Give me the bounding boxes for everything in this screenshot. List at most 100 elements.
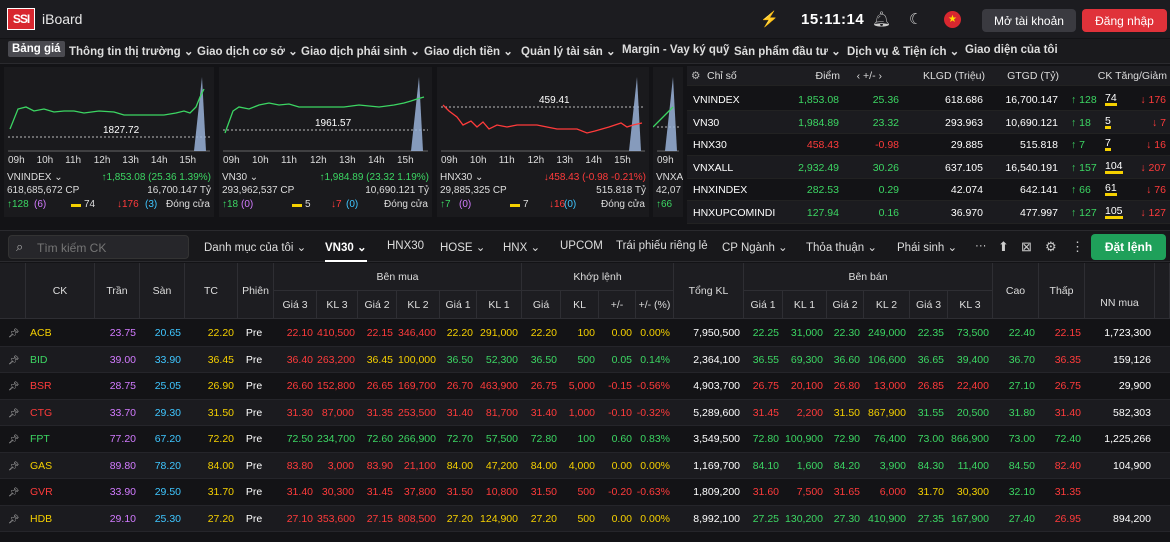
index-header-cell[interactable]: ‹ +/- › (857, 70, 882, 82)
menu-item[interactable]: Giao diện của tôi (965, 44, 1058, 56)
column-header-pmp[interactable]: +/- (%) (636, 291, 674, 319)
table-row[interactable]: 📌︎ HDB 29.10 25.30 27.20 Pre 27.10 353,600 27.15… (0, 505, 1170, 532)
pin-icon[interactable]: 📌︎ (8, 408, 19, 419)
search-input[interactable] (37, 239, 185, 256)
chart-index-name[interactable]: VNINDEX ⌄ (7, 172, 63, 183)
column-header-kl2[interactable]: KL 2 (397, 291, 440, 319)
index-chart-panel[interactable]: 1827.72 09h 10h 11h 12h 13h 14h 15h VNINDEX ⌄ 618… (4, 67, 214, 217)
menu-item[interactable]: Margin - Vay ký quỹ (622, 44, 729, 56)
menu-item[interactable]: Giao dịch cơ sở ⌄ (197, 44, 298, 58)
column-header-g1[interactable]: Giá 1 (440, 291, 477, 319)
scroll-up-icon[interactable]: ⬆ (998, 239, 1009, 255)
menu-item[interactable]: Dịch vụ & Tiện ích ⌄ (847, 44, 959, 58)
index-chart-panel[interactable]: 09h VNXA 42,07 ↑66 (653, 67, 683, 217)
column-header-sg3[interactable]: Giá 3 (910, 291, 948, 319)
menu-item[interactable]: Giao dịch tiền ⌄ (424, 44, 513, 58)
place-order-button[interactable]: Đặt lệnh (1091, 234, 1166, 260)
index-chart-panel[interactable]: 1961.57 09h 10h 11h 12h 13h 14h 15h VN30 ⌄ 293,96… (219, 67, 432, 217)
table-row[interactable]: 📌︎ BID 39.00 33.90 36.45 Pre 36.40 263,200 36.45… (0, 346, 1170, 373)
index-row[interactable]: HNXINDEX 282.53 0.29 42.074 642.141 ↑ 66 61 ↓ 7… (687, 178, 1170, 201)
column-header-skl3[interactable]: KL 3 (948, 291, 993, 319)
column-header-ck[interactable]: CK (26, 263, 95, 319)
table-row[interactable]: 📌︎ CTG 33.70 29.30 31.50 Pre 31.30 87,000 31.35 2… (0, 399, 1170, 426)
column-header-pm[interactable]: +/- (599, 291, 636, 319)
tab-7[interactable]: CP Ngành ⌄ (722, 240, 788, 254)
cell-ck[interactable]: ACB (30, 327, 52, 339)
column-header-kl1[interactable]: KL 1 (477, 291, 522, 319)
tab-8[interactable]: Thỏa thuận ⌄ (806, 240, 877, 254)
excel-icon[interactable]: ⊠ (1021, 239, 1032, 255)
chart-index-name[interactable]: VN30 ⌄ (222, 172, 258, 183)
column-header-san[interactable]: Sàn (140, 263, 185, 319)
column-header-g3[interactable]: Giá 3 (274, 291, 317, 319)
tab-0[interactable]: Danh mục của tôi ⌄ (204, 240, 306, 254)
open-account-button[interactable]: Mở tài khoản (982, 9, 1076, 32)
ssi-logo[interactable]: SSI (7, 8, 35, 30)
tab-4[interactable]: HNX ⌄ (503, 240, 540, 254)
column-header-tran[interactable]: Trần (95, 263, 140, 319)
tab-6[interactable]: Trái phiếu riêng lẻ (616, 240, 708, 252)
index-name[interactable]: VNINDEX (693, 94, 775, 106)
index-name[interactable]: HNX30 (693, 139, 775, 151)
moon-icon[interactable]: ☾ (909, 10, 922, 28)
index-name[interactable]: HNXUPCOMINDI (693, 207, 775, 219)
table-row[interactable]: 📌︎ ACB 23.75 20.65 22.20 Pre 22.10 410,500 22.15… (0, 320, 1170, 347)
chart-index-name[interactable]: VNXA (656, 172, 683, 183)
column-header-tc[interactable]: TC (185, 263, 238, 319)
tab-3[interactable]: HOSE ⌄ (440, 240, 485, 254)
tab-1[interactable]: VN30 ⌄ (325, 240, 367, 262)
column-header-kl[interactable]: KL (561, 291, 599, 319)
column-header-kl3[interactable]: KL 3 (317, 291, 358, 319)
chart-index-name[interactable]: HNX30 ⌄ (440, 172, 483, 183)
bars-icon[interactable]: ⚙ (691, 70, 700, 82)
table-row[interactable]: 📌︎ GVR 33.90 29.50 31.70 Pre 31.40 30,300 31.45 3… (0, 479, 1170, 506)
index-row[interactable]: HNX30 458.43 -0.98 29.885 515.818 ↑ 7 7 ↓ 16 (687, 133, 1170, 156)
cell-ck[interactable]: FPT (30, 433, 50, 445)
flash-icon[interactable]: ⚡ (760, 10, 779, 28)
pin-icon[interactable]: 📌︎ (8, 328, 19, 339)
cell-ck[interactable]: BID (30, 354, 48, 366)
pin-icon[interactable]: 📌︎ (8, 487, 19, 498)
tab-9[interactable]: Phái sinh ⌄ (897, 240, 957, 254)
cell-ck[interactable]: HDB (30, 513, 52, 525)
pin-icon[interactable]: 📌︎ (8, 461, 19, 472)
tab-2[interactable]: HNX30 (387, 240, 424, 252)
menu-item[interactable]: Thông tin thị trường ⌄ (69, 44, 194, 58)
pin-icon[interactable]: 📌︎ (8, 355, 19, 366)
gear-icon[interactable]: ⚙ (1045, 239, 1057, 255)
table-row[interactable]: 📌︎ FPT 77.20 67.20 72.20 Pre 72.50 234,700 72.60… (0, 426, 1170, 453)
menu-item[interactable]: Bảng giá (8, 41, 65, 57)
bell-icon[interactable]: 🔔︎ (872, 10, 891, 28)
index-row[interactable]: HNXUPCOMINDI 127.94 0.16 36.970 477.997 ↑ 127… (687, 200, 1170, 224)
pin-icon[interactable]: 📌︎ (8, 381, 19, 392)
search-box[interactable]: ⌕ (8, 235, 189, 259)
cell-ck[interactable]: CTG (30, 407, 52, 419)
column-header-skl1[interactable]: KL 1 (783, 291, 827, 319)
column-header-sg2[interactable]: Giá 2 (827, 291, 864, 319)
column-header-thap[interactable]: Thấp (1039, 263, 1085, 319)
cell-ck[interactable]: BSR (30, 380, 52, 392)
column-header-g2[interactable]: Giá 2 (358, 291, 397, 319)
cell-ck[interactable]: GAS (30, 460, 52, 472)
column-header-gia[interactable]: Giá (522, 291, 561, 319)
index-name[interactable]: VNXALL (693, 162, 775, 174)
column-header-tongkl[interactable]: Tổng KL (674, 263, 744, 319)
index-chart-panel[interactable]: 459.41 09h 10h 11h 12h 13h 14h 15h HNX30 ⌄ 29,885… (437, 67, 649, 217)
column-header-nn[interactable]: NN mua (1085, 263, 1155, 319)
column-header-phien[interactable]: Phiên (238, 263, 274, 319)
menu-item[interactable]: Quản lý tài sản ⌄ (521, 44, 616, 58)
more-vertical-icon[interactable]: ⋮ (1071, 239, 1084, 255)
index-row[interactable]: VNINDEX 1,853.08 25.36 618.686 16,700.147 ↑ 1… (687, 88, 1170, 111)
column-header-cao[interactable]: Cao (993, 263, 1039, 319)
menu-item[interactable]: Giao dịch phái sinh ⌄ (301, 44, 420, 58)
login-button[interactable]: Đăng nhập (1082, 9, 1167, 32)
tab-10[interactable]: ··· (975, 240, 987, 252)
pin-icon[interactable]: 📌︎ (8, 434, 19, 445)
column-header-sg1[interactable]: Giá 1 (744, 291, 783, 319)
table-row[interactable]: 📌︎ GAS 89.80 78.20 84.00 Pre 83.80 3,000 83.90 21… (0, 452, 1170, 479)
column-header-skl2[interactable]: KL 2 (864, 291, 910, 319)
vietnam-flag-icon[interactable]: ★ (944, 11, 961, 28)
table-row[interactable]: 📌︎ BSR 28.75 25.05 26.90 Pre 26.60 152,800 26.65… (0, 373, 1170, 400)
pin-icon[interactable]: 📌︎ (8, 514, 19, 525)
index-name[interactable]: HNXINDEX (693, 184, 775, 196)
